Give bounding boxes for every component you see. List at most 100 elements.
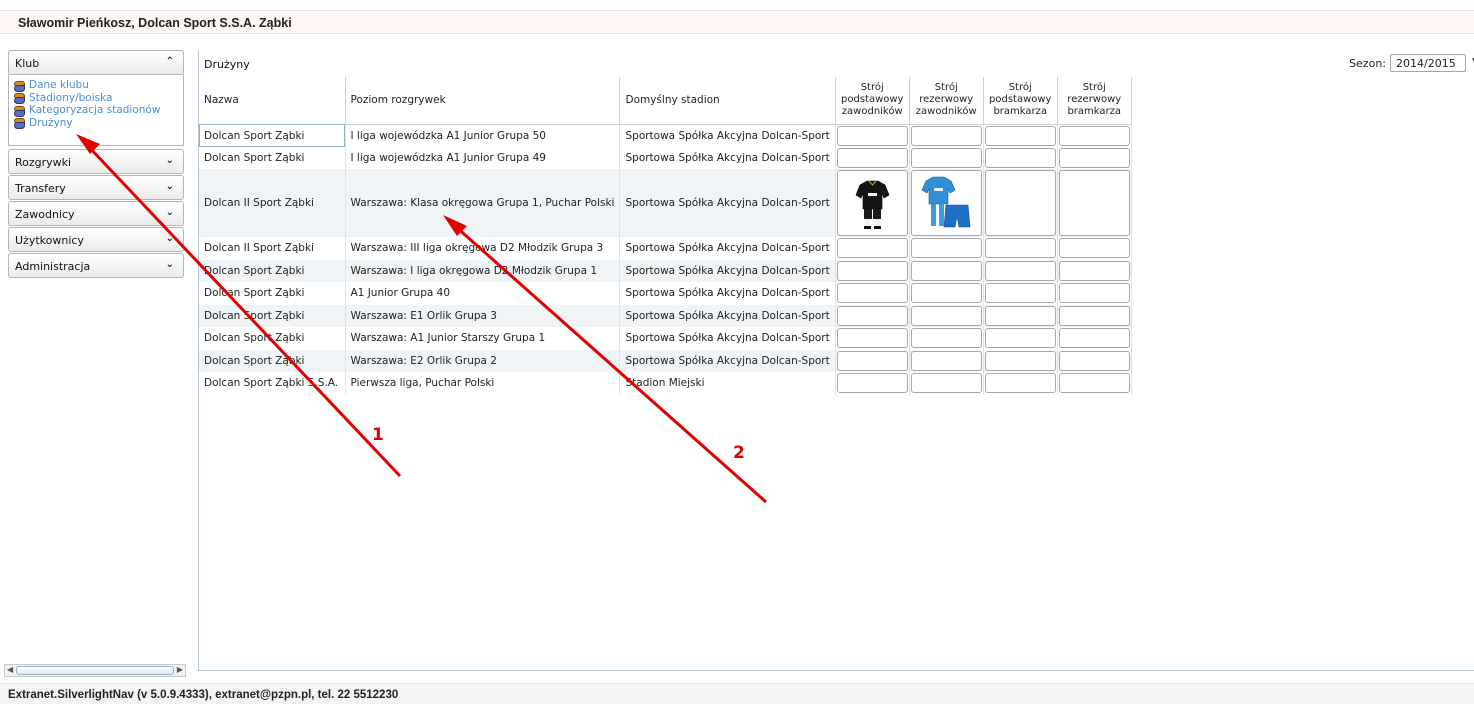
kit-slot[interactable] xyxy=(836,125,908,146)
kit-slot[interactable] xyxy=(1058,170,1130,236)
cell-nazwa[interactable]: Dolcan Sport Ząbki xyxy=(199,259,346,282)
scroll-left-icon[interactable]: ◀ xyxy=(7,665,13,674)
cell-stadion[interactable]: Stadion Miejski xyxy=(619,372,836,395)
chevron-up-icon[interactable]: ⌃ xyxy=(166,56,174,67)
kit-slot[interactable] xyxy=(1058,147,1130,168)
kit-slot[interactable] xyxy=(1058,260,1130,281)
cell-nazwa[interactable]: Dolcan II Sport Ząbki xyxy=(199,169,346,237)
kit-slot[interactable] xyxy=(836,328,908,349)
chevron-down-icon[interactable]: ⌄ xyxy=(166,207,174,218)
sidebar-item-dane-klubu[interactable]: Dane klubu xyxy=(14,79,183,92)
kit-slot[interactable] xyxy=(984,170,1056,236)
kit-slot[interactable] xyxy=(836,350,908,371)
table-row[interactable]: Dolcan Sport Ząbki Warszawa: A1 Junior S… xyxy=(199,327,1132,350)
cell-poziom[interactable]: I liga wojewódzka A1 Junior Grupa 50 xyxy=(345,124,621,147)
cell-poziom[interactable]: Warszawa: Klasa okręgowa Grupa 1, Puchar… xyxy=(345,169,621,237)
kit-slot[interactable] xyxy=(910,170,982,236)
cell-poziom[interactable]: Pierwsza liga, Puchar Polski xyxy=(345,372,621,395)
kit-slot[interactable] xyxy=(984,125,1056,146)
sidebar-section-rozgrywki[interactable]: Rozgrywki ⌄ xyxy=(8,149,184,174)
sidebar-section-uzytkownicy[interactable]: Użytkownicy ⌄ xyxy=(8,227,184,252)
kit-slot[interactable] xyxy=(984,283,1056,304)
kit-slot[interactable] xyxy=(1058,125,1130,146)
cell-poziom[interactable]: A1 Junior Grupa 40 xyxy=(345,282,621,305)
cell-nazwa[interactable]: Dolcan II Sport Ząbki xyxy=(199,237,346,260)
cell-poziom[interactable]: I liga wojewódzka A1 Junior Grupa 49 xyxy=(345,146,621,169)
cell-nazwa[interactable]: Dolcan Sport Ząbki xyxy=(199,327,346,350)
chevron-down-icon[interactable]: ⌄ xyxy=(166,155,174,166)
col-header-kit-home-players[interactable]: Strój podstawowy zawodników xyxy=(835,77,910,125)
cell-poziom[interactable]: Warszawa: III liga okręgowa D2 Młodzik G… xyxy=(345,237,621,260)
sidebar-section-transfery[interactable]: Transfery ⌄ xyxy=(8,175,184,200)
kit-slot[interactable] xyxy=(910,260,982,281)
table-row[interactable]: Dolcan Sport Ząbki S.S.A. Pierwsza liga,… xyxy=(199,372,1132,395)
kit-slot[interactable] xyxy=(910,238,982,259)
kit-slot[interactable] xyxy=(836,373,908,394)
table-row[interactable]: Dolcan Sport Ząbki Warszawa: E2 Orlik Gr… xyxy=(199,349,1132,372)
cell-nazwa[interactable]: Dolcan Sport Ząbki xyxy=(199,146,346,169)
kit-slot[interactable] xyxy=(1058,283,1130,304)
col-header-poziom[interactable]: Poziom rozgrywek xyxy=(345,77,621,125)
kit-slot[interactable] xyxy=(910,328,982,349)
col-header-stadion[interactable]: Domyślny stadion xyxy=(619,77,836,125)
cell-poziom[interactable]: Warszawa: I liga okręgowa D2 Młodzik Gru… xyxy=(345,259,621,282)
cell-stadion[interactable]: Sportowa Spółka Akcyjna Dolcan-Sport xyxy=(619,124,836,147)
chevron-down-icon[interactable]: ⌄ xyxy=(166,233,174,244)
kit-slot[interactable] xyxy=(910,305,982,326)
kit-slot[interactable] xyxy=(910,283,982,304)
col-header-nazwa[interactable]: Nazwa xyxy=(199,77,346,125)
cell-stadion[interactable]: Sportowa Spółka Akcyjna Dolcan-Sport xyxy=(619,282,836,305)
cell-stadion[interactable]: Sportowa Spółka Akcyjna Dolcan-Sport xyxy=(619,237,836,260)
kit-slot[interactable] xyxy=(1058,305,1130,326)
cell-stadion[interactable]: Sportowa Spółka Akcyjna Dolcan-Sport xyxy=(619,259,836,282)
cell-poziom[interactable]: Warszawa: E1 Orlik Grupa 3 xyxy=(345,304,621,327)
table-row[interactable]: Dolcan II Sport Ząbki Warszawa: Klasa ok… xyxy=(199,169,1132,237)
scroll-thumb[interactable] xyxy=(16,666,174,675)
table-row[interactable]: Dolcan Sport Ząbki A1 Junior Grupa 40 Sp… xyxy=(199,282,1132,305)
cell-nazwa[interactable]: Dolcan Sport Ząbki S.S.A. xyxy=(199,372,346,395)
cell-stadion[interactable]: Sportowa Spółka Akcyjna Dolcan-Sport xyxy=(619,349,836,372)
table-row[interactable]: Dolcan Sport Ząbki I liga wojewódzka A1 … xyxy=(199,146,1132,169)
kit-slot[interactable] xyxy=(910,373,982,394)
kit-slot[interactable] xyxy=(984,373,1056,394)
kit-slot[interactable] xyxy=(910,350,982,371)
sidebar-horizontal-scrollbar[interactable]: ◀ ▶ xyxy=(4,664,186,677)
cell-nazwa[interactable]: Dolcan Sport Ząbki xyxy=(199,349,346,372)
kit-slot[interactable] xyxy=(910,125,982,146)
kit-slot[interactable] xyxy=(984,238,1056,259)
kit-slot[interactable] xyxy=(984,260,1056,281)
kit-slot[interactable] xyxy=(836,283,908,304)
scroll-right-icon[interactable]: ▶ xyxy=(177,665,183,674)
cell-stadion[interactable]: Sportowa Spółka Akcyjna Dolcan-Sport xyxy=(619,304,836,327)
cell-poziom[interactable]: Warszawa: A1 Junior Starszy Grupa 1 xyxy=(345,327,621,350)
table-row[interactable]: Dolcan II Sport Ząbki Warszawa: III liga… xyxy=(199,237,1132,260)
kit-slot[interactable] xyxy=(984,350,1056,371)
table-row[interactable]: Dolcan Sport Ząbki I liga wojewódzka A1 … xyxy=(199,124,1132,147)
kit-slot[interactable] xyxy=(1058,350,1130,371)
col-header-kit-home-gk[interactable]: Strój podstawowy bramkarza xyxy=(983,77,1058,125)
kit-slot[interactable] xyxy=(984,328,1056,349)
sidebar-item-kategoryzacja[interactable]: Kategoryzacja stadionów xyxy=(14,104,183,117)
kit-slot[interactable] xyxy=(836,170,908,236)
kit-slot[interactable] xyxy=(910,147,982,168)
col-header-kit-away-gk[interactable]: Strój rezerwowy bramkarza xyxy=(1057,77,1132,125)
kit-slot[interactable] xyxy=(836,147,908,168)
cell-stadion[interactable]: Sportowa Spółka Akcyjna Dolcan-Sport xyxy=(619,169,836,237)
sidebar-section-zawodnicy[interactable]: Zawodnicy ⌄ xyxy=(8,201,184,226)
cell-stadion[interactable]: Sportowa Spółka Akcyjna Dolcan-Sport xyxy=(619,146,836,169)
kit-slot[interactable] xyxy=(984,147,1056,168)
season-dropdown[interactable]: 2014/2015 ▼ xyxy=(1390,54,1474,72)
sidebar-item-stadiony[interactable]: Stadiony/boiska xyxy=(14,92,183,105)
cell-nazwa[interactable]: Dolcan Sport Ząbki xyxy=(199,124,346,147)
kit-slot[interactable] xyxy=(1058,328,1130,349)
kit-slot[interactable] xyxy=(836,238,908,259)
sidebar-section-klub[interactable]: Klub ⌃ xyxy=(8,50,184,75)
kit-slot[interactable] xyxy=(1058,238,1130,259)
kit-slot[interactable] xyxy=(984,305,1056,326)
cell-nazwa[interactable]: Dolcan Sport Ząbki xyxy=(199,304,346,327)
kit-slot[interactable] xyxy=(836,305,908,326)
sidebar-section-administracja[interactable]: Administracja ⌄ xyxy=(8,253,184,278)
cell-nazwa[interactable]: Dolcan Sport Ząbki xyxy=(199,282,346,305)
chevron-down-icon[interactable]: ⌄ xyxy=(166,259,174,270)
kit-slot[interactable] xyxy=(836,260,908,281)
